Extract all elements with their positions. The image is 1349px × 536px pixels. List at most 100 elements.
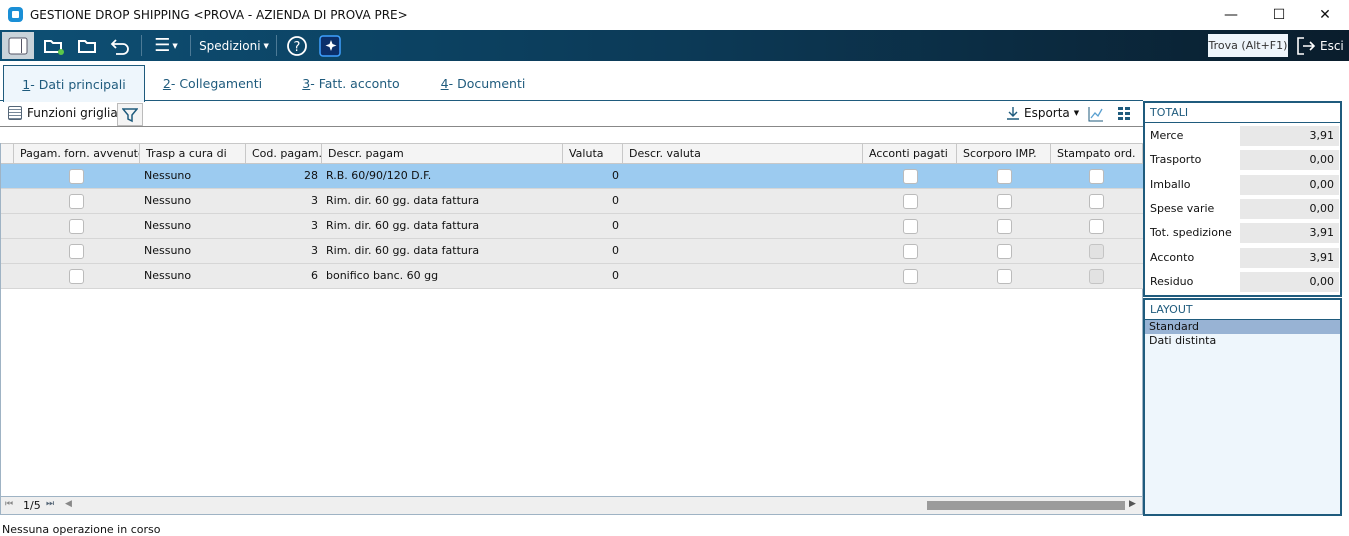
page-indicator: 1/5 <box>23 499 41 512</box>
tab-number: 4 <box>440 75 449 91</box>
descr-pagam-cell: Rim. dir. 60 gg. data fattura <box>326 219 480 232</box>
tab-label: - Documenti <box>448 75 526 91</box>
table-row[interactable]: Nessuno 3 Rim. dir. 60 gg. data fattura 0 <box>1 214 1143 239</box>
tab-label: - Collegamenti <box>170 75 263 91</box>
checkbox[interactable] <box>69 169 84 184</box>
checkbox[interactable] <box>997 169 1012 184</box>
export-label: Esporta <box>1024 106 1070 120</box>
cod-pagam-cell: 3 <box>311 244 318 257</box>
totals-title: TOTALI <box>1145 103 1340 123</box>
checkbox[interactable] <box>997 269 1012 284</box>
window-title: GESTIONE DROP SHIPPING <PROVA - AZIENDA … <box>30 8 408 22</box>
total-label: Spese varie <box>1150 201 1215 215</box>
help-button[interactable]: ? <box>284 32 310 59</box>
descr-pagam-cell: Rim. dir. 60 gg. data fattura <box>326 194 480 207</box>
tab-bar: 1 - Dati principali 2 - Collegamenti 3 -… <box>0 62 1143 102</box>
list-icon <box>8 106 22 120</box>
ai-assistant-button[interactable] <box>318 32 342 59</box>
checkbox[interactable] <box>69 194 84 209</box>
checkbox[interactable] <box>997 219 1012 234</box>
valuta-cell: 0 <box>612 194 619 207</box>
valuta-cell: 0 <box>612 269 619 282</box>
chart-button[interactable] <box>1088 106 1104 125</box>
checkbox[interactable] <box>903 219 918 234</box>
export-button[interactable]: Esporta ▼ <box>1006 106 1079 120</box>
descr-valuta-cell <box>623 164 631 188</box>
tab-collegamenti[interactable]: 2 - Collegamenti <box>150 65 275 101</box>
open-folder-button[interactable] <box>74 32 102 59</box>
checkbox[interactable] <box>903 169 918 184</box>
column-header[interactable]: Pagam. forn. avvenuto <box>14 143 140 164</box>
title-bar: GESTIONE DROP SHIPPING <PROVA - AZIENDA … <box>0 0 1349 30</box>
table-row[interactable]: Nessuno 3 Rim. dir. 60 gg. data fattura 0 <box>1 239 1143 264</box>
total-value: 0,00 <box>1240 150 1339 171</box>
menu-button[interactable]: ☰ ▼ <box>148 32 184 59</box>
exit-button[interactable]: Esci <box>1296 34 1344 57</box>
tab-label: - Dati principali <box>30 76 126 92</box>
checkbox[interactable] <box>903 269 918 284</box>
tab-dati-principali[interactable]: 1 - Dati principali <box>3 65 145 102</box>
spedizioni-menu[interactable]: Spedizioni ▼ <box>198 32 270 59</box>
filter-button[interactable] <box>117 103 143 126</box>
totals-panel: TOTALI Merce 3,91 Trasporto 0,00 Imballo 0,00… <box>1143 101 1342 297</box>
checkbox[interactable] <box>1089 219 1104 234</box>
tab-documenti[interactable]: 4 - Documenti <box>428 65 538 101</box>
undo-icon <box>110 38 129 55</box>
column-header[interactable]: Trasp a cura di <box>140 143 246 164</box>
last-page-icon[interactable]: ⏭ <box>46 499 54 509</box>
cod-pagam-cell: 3 <box>311 219 318 232</box>
checkbox[interactable] <box>903 194 918 209</box>
cod-pagam-cell: 28 <box>304 169 318 182</box>
first-page-icon[interactable]: ⏮ <box>5 499 13 509</box>
data-grid: Pagam. forn. avvenuto Trasp a cura di Cod.… <box>0 143 1143 497</box>
table-row[interactable]: Nessuno 28 R.B. 60/90/120 D.F. 0 <box>1 164 1143 189</box>
column-header[interactable]: Descr. valuta <box>623 143 863 164</box>
table-row[interactable]: Nessuno 3 Rim. dir. 60 gg. data fattura 0 <box>1 189 1143 214</box>
download-icon <box>1007 107 1019 120</box>
sparkle-icon <box>319 34 341 57</box>
panel-toggle-button[interactable] <box>2 32 34 59</box>
column-header[interactable]: Cod. pagam. <box>246 143 322 164</box>
dropdown-arrow-icon: ▼ <box>1073 109 1080 117</box>
scroll-left-icon[interactable]: ◀ <box>65 499 72 509</box>
column-header[interactable]: Stampato ord. <box>1051 143 1143 164</box>
maximize-button[interactable]: ☐ <box>1256 0 1302 30</box>
trasp-cell: Nessuno <box>144 244 192 257</box>
trasp-cell: Nessuno <box>144 269 192 282</box>
tab-fatt-acconto[interactable]: 3 - Fatt. acconto <box>290 65 412 101</box>
checkbox[interactable] <box>997 194 1012 209</box>
checkbox[interactable] <box>69 269 84 284</box>
cod-pagam-cell: 6 <box>311 269 318 282</box>
dropdown-arrow-icon: ▼ <box>263 41 269 50</box>
new-folder-button[interactable] <box>40 32 68 59</box>
scroll-right-icon[interactable]: ▶ <box>1129 499 1136 509</box>
total-label: Trasporto <box>1150 153 1202 167</box>
column-header[interactable]: Descr. pagam <box>322 143 563 164</box>
checkbox[interactable] <box>69 219 84 234</box>
layout-item[interactable]: Standard <box>1145 320 1340 334</box>
checkbox[interactable] <box>1089 194 1104 209</box>
undo-button[interactable] <box>107 32 135 59</box>
column-header[interactable]: Acconti pagati <box>863 143 957 164</box>
checkbox <box>1089 269 1104 284</box>
grid-functions-button[interactable]: Funzioni griglia <box>8 106 118 120</box>
exit-label: Esci <box>1320 38 1344 53</box>
layout-item[interactable]: Dati distinta <box>1145 334 1340 348</box>
column-header[interactable]: Valuta <box>563 143 623 164</box>
horizontal-scrollbar-thumb[interactable] <box>927 501 1125 510</box>
checkbox[interactable] <box>1089 169 1104 184</box>
minimize-button[interactable]: — <box>1208 0 1254 30</box>
valuta-cell: 0 <box>612 169 619 182</box>
close-button[interactable]: ✕ <box>1302 0 1348 30</box>
table-row[interactable]: Nessuno 6 bonifico banc. 60 gg 0 <box>1 264 1143 289</box>
column-header[interactable]: Scorporo IMP. <box>957 143 1051 164</box>
checkbox[interactable] <box>903 244 918 259</box>
total-row: Imballo 0,00 <box>1145 174 1340 195</box>
find-input[interactable]: Trova (Alt+F1) <box>1208 34 1288 57</box>
checkbox[interactable] <box>69 244 84 259</box>
checkbox[interactable] <box>997 244 1012 259</box>
total-label: Merce <box>1150 129 1184 142</box>
total-row: Spese varie 0,00 <box>1145 198 1340 219</box>
total-row: Tot. spedizione 3,91 <box>1145 223 1340 244</box>
grid-layout-button[interactable] <box>1118 107 1131 123</box>
